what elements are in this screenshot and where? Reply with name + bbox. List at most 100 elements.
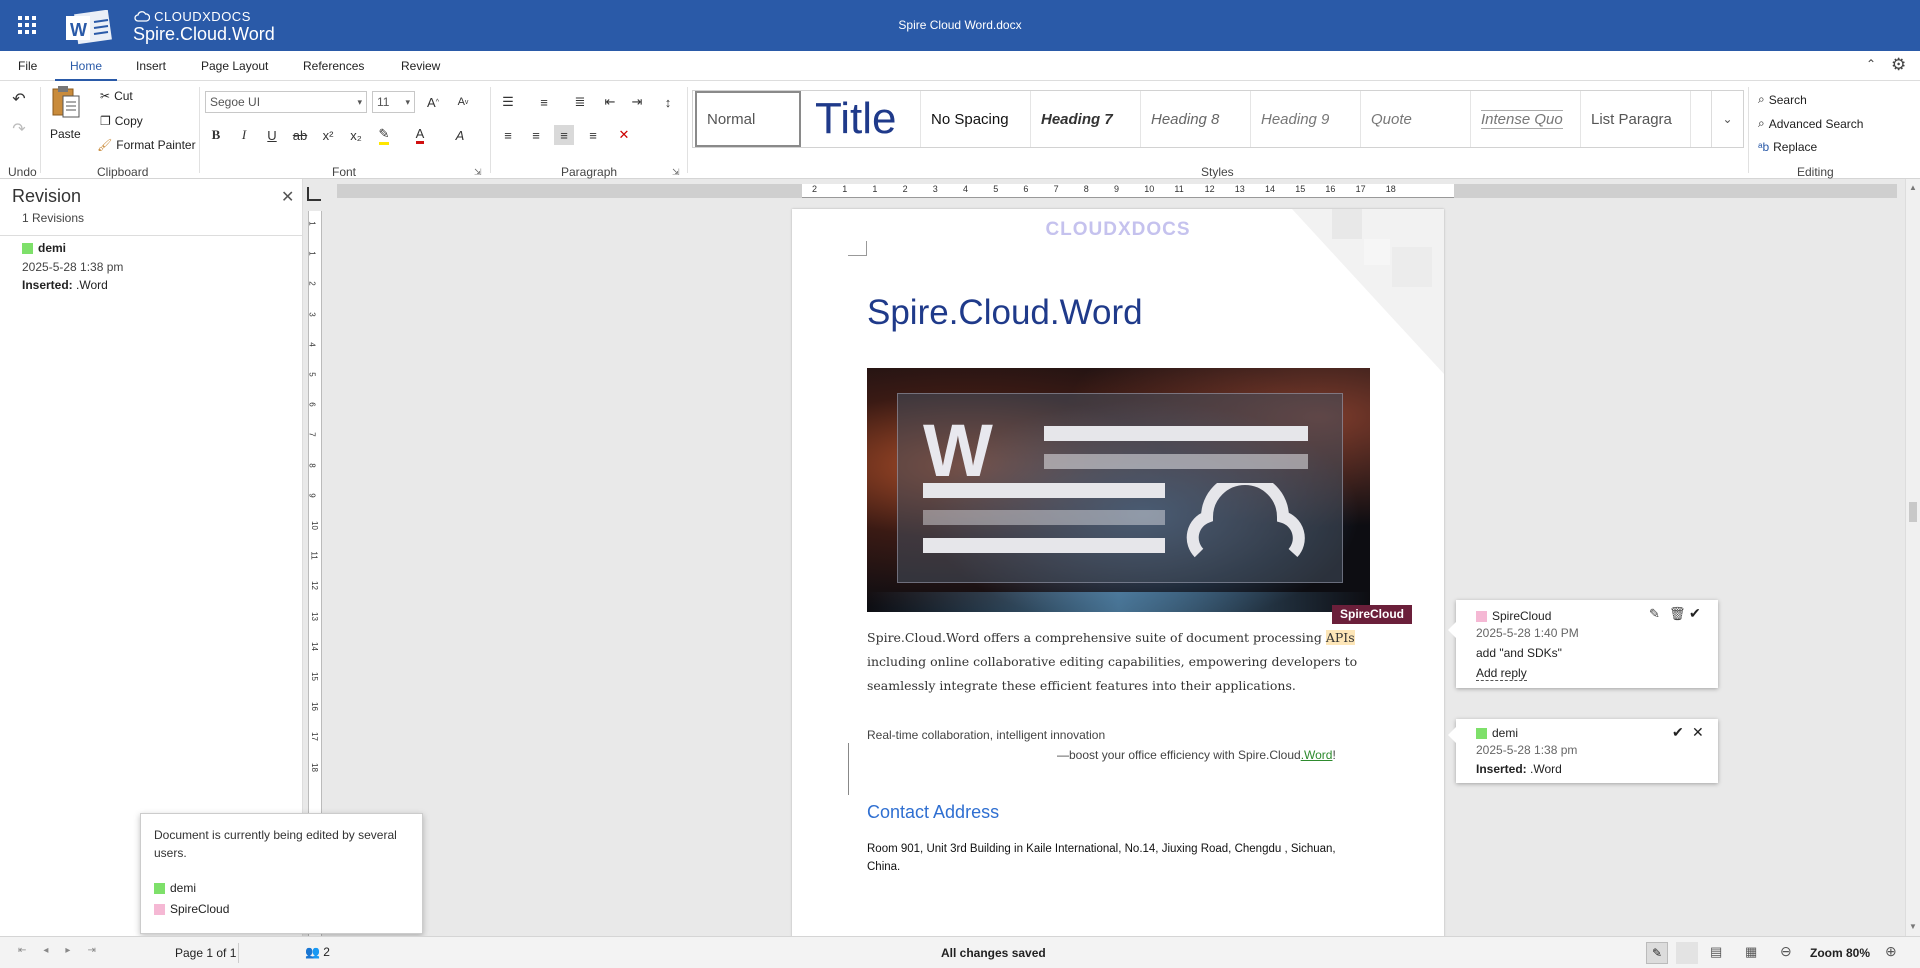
last-page-icon[interactable]: ⇥ xyxy=(87,945,112,956)
inserted-text[interactable]: .Word xyxy=(1301,748,1333,762)
ruler-number: 14 xyxy=(1265,184,1276,194)
style-no-spacing[interactable]: No Spacing xyxy=(921,91,1031,147)
body-paragraph[interactable]: Spire.Cloud.Word offers a comprehensive … xyxy=(867,626,1387,698)
edit-icon[interactable]: ✎ xyxy=(1649,606,1660,622)
paragraph-dialog-launcher-icon[interactable]: ⇲ xyxy=(672,167,680,178)
tab-references[interactable]: References xyxy=(303,51,364,81)
cut-button[interactable]: ✂ Cut xyxy=(100,89,133,103)
italic-button[interactable]: I xyxy=(234,125,254,145)
shrink-font-icon[interactable]: Av xyxy=(453,92,473,112)
copy-button[interactable]: ❐ Copy xyxy=(100,114,143,128)
print-layout-icon[interactable]: ▤ xyxy=(1710,944,1722,960)
prev-page-icon[interactable]: ◂ xyxy=(43,945,65,956)
commented-word[interactable]: APIs xyxy=(1325,630,1355,645)
vertical-scrollbar[interactable]: ▲ ▼ xyxy=(1905,179,1920,936)
paste-icon[interactable] xyxy=(50,85,82,119)
address-text[interactable]: Room 901, Unit 3rd Building in Kaile Int… xyxy=(867,840,1336,876)
scroll-up-icon[interactable]: ▲ xyxy=(1909,183,1917,192)
tab-home[interactable]: Home xyxy=(55,51,118,81)
font-color-icon[interactable]: A xyxy=(410,125,430,145)
tab-review[interactable]: Review xyxy=(401,51,440,81)
style-heading-7[interactable]: Heading 7 xyxy=(1031,91,1141,147)
underline-button[interactable]: U xyxy=(262,125,282,145)
view-mode-icon[interactable] xyxy=(1676,942,1698,964)
contact-heading[interactable]: Contact Address xyxy=(867,802,999,823)
web-layout-icon[interactable]: ▦ xyxy=(1745,944,1757,960)
tab-insert[interactable]: Insert xyxy=(136,51,166,81)
font-name-select[interactable]: Segoe UI ▾ xyxy=(205,91,367,113)
style-quote[interactable]: Quote xyxy=(1361,91,1471,147)
next-page-icon[interactable]: ▸ xyxy=(65,945,87,956)
scroll-thumb[interactable] xyxy=(1909,502,1917,522)
numbered-list-icon[interactable]: ≡ xyxy=(534,92,554,112)
align-center-icon[interactable]: ≡ xyxy=(526,125,546,145)
add-reply-link[interactable]: Add reply xyxy=(1476,666,1527,681)
subscript-button[interactable]: x₂ xyxy=(346,125,366,145)
zoom-level[interactable]: Zoom 80% xyxy=(1810,946,1870,960)
style-list-paragraph[interactable]: List Paragra xyxy=(1581,91,1691,147)
style-normal[interactable]: Normal xyxy=(695,91,801,147)
superscript-button[interactable]: x² xyxy=(318,125,338,145)
advanced-search-button[interactable]: ⌕ Advanced Search xyxy=(1758,116,1863,131)
highlight-icon[interactable]: ✎ xyxy=(374,125,394,145)
boost-line[interactable]: —boost your office efficiency with Spire… xyxy=(1057,748,1336,762)
tab-stop-selector-icon[interactable] xyxy=(307,187,321,201)
page-indicator[interactable]: Page 1 of 1 xyxy=(175,946,236,960)
revision-item[interactable]: demi 2025-5-28 1:38 pm Inserted: .Word xyxy=(22,241,123,292)
bullet-list-icon[interactable]: ☰ xyxy=(498,92,518,112)
tab-file[interactable]: File xyxy=(18,51,37,81)
format-painter-button[interactable]: 🖌 Format Painter xyxy=(97,138,196,152)
tagline[interactable]: Real-time collaboration, intelligent inn… xyxy=(867,728,1105,742)
font-size-select[interactable]: 11 ▾ xyxy=(372,91,415,113)
strikethrough-button[interactable]: ab xyxy=(290,125,310,145)
decrease-indent-icon[interactable]: ⇤ xyxy=(600,92,620,112)
multilevel-list-icon[interactable]: ≣ xyxy=(570,92,590,112)
close-icon[interactable]: ✕ xyxy=(281,187,294,207)
clear-paragraph-icon[interactable]: ✕ xyxy=(614,125,634,145)
style-heading-9[interactable]: Heading 9 xyxy=(1251,91,1361,147)
zoom-in-icon[interactable]: ⊕ xyxy=(1885,943,1897,960)
bold-button[interactable]: B xyxy=(206,125,226,145)
document-page[interactable]: CLOUDXDOCS Spire.Cloud.Word W SpireCloud… xyxy=(792,209,1444,936)
comment-card[interactable]: SpireCloud 2025-5-28 1:40 PM add "and SD… xyxy=(1448,600,1718,688)
style-intense-quote[interactable]: Intense Quo xyxy=(1471,91,1581,147)
collapse-ribbon-icon[interactable]: ⌃ xyxy=(1866,57,1876,71)
paste-button[interactable]: Paste xyxy=(50,127,81,141)
styles-more-icon[interactable]: ⌄ xyxy=(1711,91,1743,147)
trash-icon[interactable]: 🗑 xyxy=(1669,606,1686,622)
clear-format-icon[interactable]: A xyxy=(450,125,470,145)
undo-icon[interactable]: ↶ xyxy=(9,89,29,109)
align-left-icon[interactable]: ≡ xyxy=(498,125,518,145)
revision-author: demi xyxy=(38,241,67,255)
grow-font-icon[interactable]: A ^ xyxy=(423,92,443,112)
document-canvas[interactable]: 2 1 1 2 3 4 5 6 7 8 9 10 11 12 13 14 15 16 17 18 CLOUDXDOCS… xyxy=(327,179,1905,936)
resolve-check-icon[interactable]: ✔ xyxy=(1689,605,1701,622)
first-page-icon[interactable]: ⇤ xyxy=(18,945,43,956)
search-button[interactable]: ⌕ Search xyxy=(1758,92,1807,107)
redo-icon[interactable]: ↷ xyxy=(9,119,29,139)
reject-close-icon[interactable]: ✕ xyxy=(1692,724,1704,741)
justify-icon[interactable]: ≡ xyxy=(583,125,603,145)
tab-page-layout[interactable]: Page Layout xyxy=(201,51,268,81)
zoom-out-icon[interactable]: ⊖ xyxy=(1780,943,1792,960)
align-right-icon[interactable]: ≡ xyxy=(554,125,574,145)
increase-indent-icon[interactable]: ⇥ xyxy=(627,92,647,112)
revision-card-date: 2025-5-28 1:38 pm xyxy=(1476,743,1578,757)
style-heading-8[interactable]: Heading 8 xyxy=(1141,91,1251,147)
revision-card[interactable]: demi 2025-5-28 1:38 pm Inserted: .Word ✔… xyxy=(1448,719,1718,783)
gear-icon[interactable]: ⚙ xyxy=(1891,55,1906,75)
comment-author-flag[interactable]: SpireCloud xyxy=(1332,605,1413,624)
line-spacing-icon[interactable]: ↕ xyxy=(658,92,678,112)
image-w-letter: W xyxy=(923,409,993,492)
replace-button[interactable]: ᵃb Replace xyxy=(1758,140,1817,154)
users-count[interactable]: 👥 2 xyxy=(305,945,330,959)
scroll-down-icon[interactable]: ▼ xyxy=(1909,922,1917,931)
page-nav[interactable]: ⇤◂▸⇥ xyxy=(18,945,113,956)
font-dialog-launcher-icon[interactable]: ⇲ xyxy=(474,167,482,178)
hero-image[interactable]: W xyxy=(867,368,1370,612)
ruler-number: 9 xyxy=(1114,184,1120,194)
document-heading[interactable]: Spire.Cloud.Word xyxy=(867,293,1143,333)
track-changes-icon[interactable]: ✎ xyxy=(1646,942,1668,964)
accept-check-icon[interactable]: ✔ xyxy=(1672,724,1684,741)
style-title[interactable]: Title xyxy=(811,91,921,147)
